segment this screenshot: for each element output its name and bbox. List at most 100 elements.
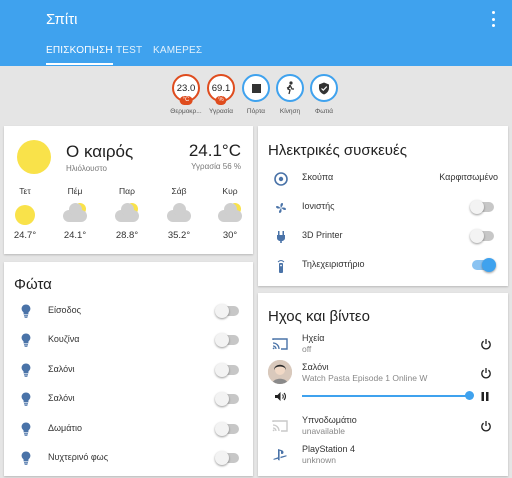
- weather-card[interactable]: Ο καιρός Ηλιόλουστο 24.1°C Υγρασία 56 % …: [4, 126, 253, 254]
- forecast-temp: 30°: [222, 230, 238, 241]
- forecast-day-label: Σάβ: [171, 186, 187, 196]
- 3d-printer-toggle[interactable]: [470, 229, 494, 243]
- power-icon[interactable]: [480, 367, 492, 379]
- door-badge-label: Πόρτα: [246, 108, 266, 115]
- ionizer-toggle[interactable]: [470, 200, 494, 214]
- weather-condition: Ηλιόλουστο: [66, 164, 107, 173]
- pause-icon[interactable]: [480, 391, 490, 402]
- device-row-vacuum[interactable]: Σκούπα Καρφιτσωμένο: [258, 166, 508, 190]
- toggle-knob: [215, 363, 229, 377]
- lightbulb-icon: [21, 422, 31, 436]
- player-name: Ηχεία: [302, 333, 325, 343]
- door-badge-circle[interactable]: [242, 74, 270, 102]
- forecast-day: Σάβ 35.2°: [162, 186, 196, 241]
- forecast-temp: 24.7°: [13, 230, 37, 241]
- door-badge[interactable]: Πόρτα: [238, 72, 274, 115]
- forecast-day: Κυρ 30°: [213, 186, 247, 241]
- lightbulb-icon: [21, 304, 31, 318]
- stop-square-icon: [251, 83, 261, 93]
- fire-badge-circle[interactable]: [310, 74, 338, 102]
- robot-vacuum-icon: [274, 172, 288, 186]
- device-row-ionizer: Ιονιστής: [258, 195, 508, 219]
- fire-badge[interactable]: Φωτιά: [306, 72, 342, 115]
- sunny-icon: [8, 200, 42, 230]
- player-name: Σαλόνι: [302, 362, 329, 372]
- fan-icon: [276, 203, 286, 213]
- lightbulb-icon: [21, 392, 31, 406]
- lightbulb-icon: [21, 333, 31, 347]
- partly-cloudy-icon: [110, 200, 144, 230]
- power-icon[interactable]: [480, 338, 492, 350]
- media-player-speakers[interactable]: Ηχεία off: [258, 331, 508, 357]
- top-app-bar: Σπίτι ΕΠΙΣΚΟΠΗΣΗ TEST ΚΑΜΕΡΕΣ: [0, 0, 512, 66]
- more-vert-icon[interactable]: [490, 11, 496, 27]
- power-icon[interactable]: [480, 420, 492, 432]
- device-state: Καρφιτσωμένο: [439, 172, 498, 182]
- cast-icon: [272, 420, 288, 432]
- toggle-knob: [215, 333, 229, 347]
- tab-test[interactable]: TEST: [116, 45, 142, 56]
- forecast-day-label: Παρ: [119, 186, 135, 196]
- device-label: Ιονιστής: [302, 201, 335, 211]
- volume-slider[interactable]: [302, 391, 474, 400]
- volume-icon[interactable]: [274, 391, 287, 402]
- forecast-temp: 35.2°: [167, 230, 191, 241]
- motion-badge-label: Κίνηση: [279, 108, 301, 115]
- tab-overview[interactable]: ΕΠΙΣΚΟΠΗΣΗ: [46, 45, 113, 65]
- playstation-icon: [273, 449, 287, 461]
- appliances-title: Ηλεκτρικές συσκευές: [268, 142, 407, 159]
- device-row-3d-printer: 3D Printer: [258, 224, 508, 248]
- light-label: Νυχτερινό φως: [48, 452, 109, 462]
- device-label: Τηλεχειριστήριο: [302, 259, 365, 269]
- forecast-temp: 28.8°: [115, 230, 139, 241]
- forecast-day-label: Τετ: [19, 186, 31, 196]
- light-toggle[interactable]: [215, 451, 239, 465]
- light-label: Σαλόνι: [48, 364, 75, 374]
- temperature-badge-circle[interactable]: 23.0 °C: [172, 74, 200, 105]
- humidity-unit: %: [215, 96, 227, 105]
- temperature-badge[interactable]: 23.0 °C Θερμοκρ...: [168, 72, 204, 115]
- weather-title: Ο καιρός: [66, 142, 134, 161]
- motion-badge[interactable]: Κίνηση: [272, 72, 308, 115]
- player-status: Watch Pasta Episode 1 Online W: [302, 373, 428, 383]
- light-toggle[interactable]: [215, 363, 239, 377]
- temperature-unit: °C: [179, 96, 193, 105]
- motion-badge-circle[interactable]: [276, 74, 304, 102]
- page-title: Σπίτι: [46, 11, 78, 28]
- media-player-bedroom[interactable]: Υπνοδωμάτιο unavailable: [258, 413, 508, 439]
- player-status: off: [302, 344, 312, 354]
- humidity-badge[interactable]: 69.1% Υγρασία: [203, 72, 239, 115]
- fire-badge-label: Φωτιά: [315, 108, 333, 115]
- media-player-playstation[interactable]: PlayStation 4 unknown: [258, 442, 508, 468]
- forecast-day-label: Κυρ: [222, 186, 238, 196]
- player-status: unknown: [302, 455, 337, 465]
- humidity-badge-circle[interactable]: 69.1%: [207, 74, 235, 105]
- forecast-temp: 24.1°: [63, 230, 87, 241]
- player-status: unavailable: [302, 426, 346, 436]
- forecast-day-label: Πέμ: [67, 186, 83, 196]
- shield-icon: [319, 82, 329, 94]
- light-toggle[interactable]: [215, 422, 239, 436]
- power-plug-icon: [277, 231, 285, 243]
- lightbulb-icon: [21, 451, 31, 465]
- forecast-day: Παρ 28.8°: [110, 186, 144, 241]
- tab-cameras[interactable]: ΚΑΜΕΡΕΣ: [153, 45, 202, 56]
- light-label: Είσοδος: [48, 305, 81, 315]
- forecast-day: Πέμ 24.1°: [58, 186, 92, 241]
- light-label: Κουζίνα: [48, 334, 80, 344]
- light-label: Δωμάτιο: [48, 423, 82, 433]
- partly-cloudy-icon: [58, 200, 92, 230]
- appliances-card: Ηλεκτρικές συσκευές Σκούπα Καρφιτσωμένο …: [258, 126, 508, 286]
- light-toggle[interactable]: [215, 333, 239, 347]
- remote-toggle[interactable]: [472, 258, 496, 272]
- light-toggle[interactable]: [215, 304, 239, 318]
- volume-slider-thumb[interactable]: [465, 391, 474, 400]
- device-label: 3D Printer: [302, 230, 343, 240]
- light-row: Δωμάτιο: [4, 417, 253, 441]
- light-row: Νυχτερινό φως: [4, 446, 253, 470]
- device-label: Σκούπα: [302, 172, 334, 182]
- light-toggle[interactable]: [215, 392, 239, 406]
- light-row: Σαλόνι: [4, 387, 253, 411]
- temperature-value: 23.0: [176, 82, 196, 94]
- sunny-icon: [17, 140, 51, 174]
